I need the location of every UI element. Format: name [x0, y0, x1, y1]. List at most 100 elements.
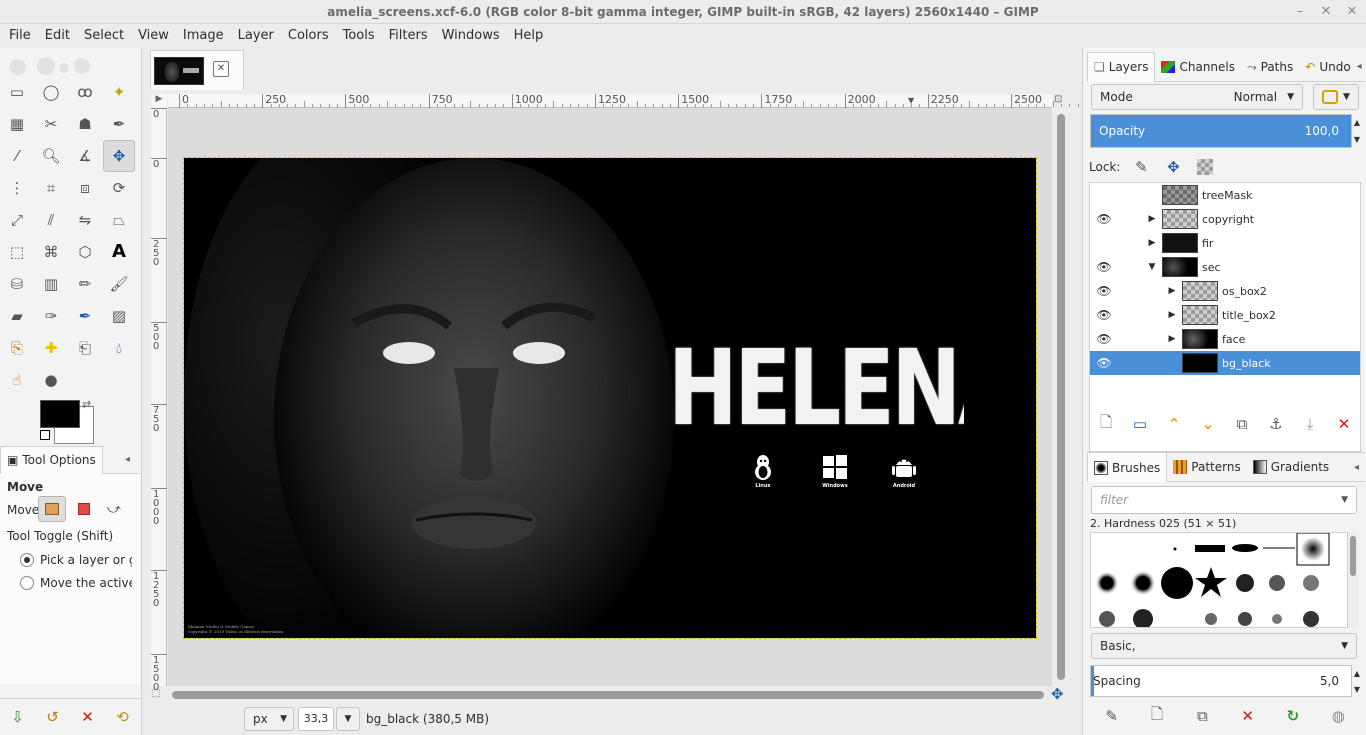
save-tool-preset-icon[interactable]: ⇩	[7, 706, 29, 728]
panel-menu-icon[interactable]: ◂	[125, 454, 130, 465]
anchor-layer-icon[interactable]: ⚓	[1265, 413, 1287, 435]
close-window-button[interactable]: ✕	[1338, 0, 1366, 24]
tool-foreground-select[interactable]: ☗	[69, 108, 101, 140]
vertical-scroll-thumb[interactable]	[1057, 114, 1065, 680]
menu-filters[interactable]: Filters	[382, 24, 435, 48]
move-path-mode-button[interactable]: ⤻	[100, 496, 128, 522]
layer-row-copyright[interactable]: 👁︎ ▶ copyright	[1090, 207, 1360, 231]
tool-measure[interactable]: ∡	[69, 140, 101, 172]
expand-group-icon[interactable]: ▶	[1162, 286, 1182, 296]
layer-name[interactable]: title_box2	[1222, 309, 1276, 322]
tool-unified-transform[interactable]: ⧈	[69, 172, 101, 204]
tool-paintbrush[interactable]: 🖌︎	[103, 268, 135, 300]
edit-brush-icon[interactable]: ✎	[1101, 705, 1123, 727]
lock-position-icon[interactable]: ✥	[1162, 156, 1184, 178]
lock-pixels-icon[interactable]: ✎	[1130, 156, 1152, 178]
panel-menu-icon[interactable]: ◂	[1357, 61, 1362, 72]
swap-colors-icon[interactable]: ⇄	[82, 398, 91, 411]
wilber-drop-area[interactable]	[6, 54, 116, 76]
menu-image[interactable]: Image	[176, 24, 231, 48]
menu-select[interactable]: Select	[77, 24, 131, 48]
expand-group-icon[interactable]: ▶	[1142, 238, 1162, 248]
new-layer-group-icon[interactable]: ▭	[1129, 413, 1151, 435]
spin-down-icon[interactable]: ▼	[1354, 685, 1360, 694]
spin-down-icon[interactable]: ▼	[1354, 135, 1360, 144]
pick-layer-radio[interactable]: Pick a layer or guide	[20, 553, 132, 567]
tool-airbrush[interactable]: ✑	[35, 300, 67, 332]
brush-grid[interactable]	[1090, 532, 1348, 628]
collapse-group-icon[interactable]: ▼	[1142, 262, 1162, 272]
tool-rotate[interactable]: ⟳	[103, 172, 135, 204]
menu-colors[interactable]: Colors	[281, 24, 336, 48]
tool-perspective-clone[interactable]: ⎗	[69, 332, 101, 364]
panel-menu-icon[interactable]: ◂	[1354, 462, 1359, 473]
layer-visibility-icon[interactable]: 👁︎	[1092, 332, 1116, 346]
raise-layer-icon[interactable]: ⌃	[1163, 413, 1185, 435]
tab-undo[interactable]: ↶ Undo	[1299, 52, 1356, 82]
tool-mypaint-brush[interactable]: ▨	[103, 300, 135, 332]
brush-scroll-thumb[interactable]	[1350, 536, 1356, 576]
tool-bucket-fill[interactable]: ⛁	[1, 268, 33, 300]
delete-layer-icon[interactable]: ✕	[1333, 413, 1355, 435]
layer-row-sec[interactable]: 👁︎ ▼ sec	[1090, 255, 1360, 279]
spin-up-icon[interactable]: ▲	[1354, 669, 1360, 678]
layer-name[interactable]: copyright	[1202, 213, 1254, 226]
tool-zoom[interactable]: 🔍︎	[35, 140, 67, 172]
tool-perspective[interactable]: ⏢	[103, 204, 135, 236]
mode-select[interactable]: Mode Normal ▼	[1091, 84, 1303, 110]
tool-color-picker[interactable]: ⁄	[1, 140, 33, 172]
reset-tool-options-icon[interactable]: ⟲	[112, 706, 134, 728]
menu-tools[interactable]: Tools	[336, 24, 382, 48]
layer-visibility-icon[interactable]: 👁︎	[1092, 284, 1116, 298]
menu-view[interactable]: View	[131, 24, 176, 48]
zoom-input[interactable]: 33,3 %	[298, 707, 334, 735]
menu-edit[interactable]: Edit	[38, 24, 77, 48]
spacing-spinner[interactable]: ▲ ▼	[1352, 665, 1362, 697]
new-layer-icon[interactable]: 🗋	[1095, 413, 1117, 435]
open-as-image-icon[interactable]: ◍	[1327, 705, 1349, 727]
layer-visibility-icon[interactable]: 👁︎	[1092, 308, 1116, 322]
tool-paths[interactable]: ✒	[103, 108, 135, 140]
image-tab[interactable]: ✕	[150, 50, 244, 90]
tab-tool-options[interactable]: ▣ Tool Options	[0, 445, 103, 474]
canvas-viewport[interactable]: HELENA Linux Windows Android Shaman Stud…	[168, 108, 1052, 686]
vertical-scrollbar[interactable]	[1054, 108, 1068, 686]
tool-ellipse-select[interactable]: ◯	[35, 76, 67, 108]
refresh-brushes-icon[interactable]: ↻	[1282, 705, 1304, 727]
spacing-slider[interactable]: Spacing 5,0	[1090, 665, 1352, 697]
unit-select[interactable]: px ▼	[244, 707, 294, 731]
tool-warp[interactable]: ⌘	[35, 236, 67, 268]
tab-layers[interactable]: ❏ Layers	[1087, 51, 1156, 82]
menu-file[interactable]: File	[2, 24, 38, 48]
lock-alpha-icon[interactable]	[1194, 156, 1216, 178]
vertical-ruler[interactable]: 0 0 2 5 0 5 0 0 7 5 0 1 0 0 0 1 2 5 0 1 5 0 0	[151, 108, 167, 693]
tool-text[interactable]: A	[103, 236, 135, 268]
spin-up-icon[interactable]: ▲	[1354, 118, 1360, 127]
merge-layer-icon[interactable]: ⤓	[1299, 413, 1321, 435]
tool-rect-select[interactable]: ▭	[1, 76, 33, 108]
tab-paths[interactable]: ⤳ Paths	[1241, 52, 1299, 82]
tool-scissors[interactable]: ✂	[35, 108, 67, 140]
tool-move[interactable]: ✥	[103, 140, 135, 172]
tab-channels[interactable]: Channels	[1155, 52, 1241, 82]
opacity-slider[interactable]: Opacity 100,0	[1090, 114, 1352, 148]
layer-visibility-icon[interactable]: 👁︎	[1092, 356, 1116, 370]
layer-row-title_box2[interactable]: 👁︎ ▶ title_box2	[1090, 303, 1360, 327]
tool-select-by-color[interactable]: ▦	[1, 108, 33, 140]
layer-visibility-icon[interactable]: 👁︎	[1092, 212, 1116, 226]
tool-dodge-burn[interactable]: ●	[35, 364, 67, 396]
delete-tool-preset-icon[interactable]: ✕	[77, 706, 99, 728]
layer-row-os_box2[interactable]: 👁︎ ▶ os_box2	[1090, 279, 1360, 303]
duplicate-brush-icon[interactable]: ⧉	[1191, 705, 1213, 727]
foreground-color-swatch[interactable]	[40, 400, 80, 428]
tool-pencil[interactable]: ✏	[69, 268, 101, 300]
layer-name[interactable]: treeMask	[1202, 189, 1252, 202]
default-colors-icon[interactable]	[40, 430, 50, 440]
new-brush-icon[interactable]: 🗋	[1146, 705, 1168, 727]
tool-3d-transform[interactable]: ⬚	[1, 236, 33, 268]
brush-preset-select[interactable]: Basic, ▼	[1091, 633, 1357, 659]
layer-name[interactable]: sec	[1202, 261, 1221, 274]
horizontal-scrollbar[interactable]	[168, 688, 1052, 702]
tool-align[interactable]: ⋮	[1, 172, 33, 204]
navigate-icon[interactable]: ⬚	[151, 688, 167, 702]
